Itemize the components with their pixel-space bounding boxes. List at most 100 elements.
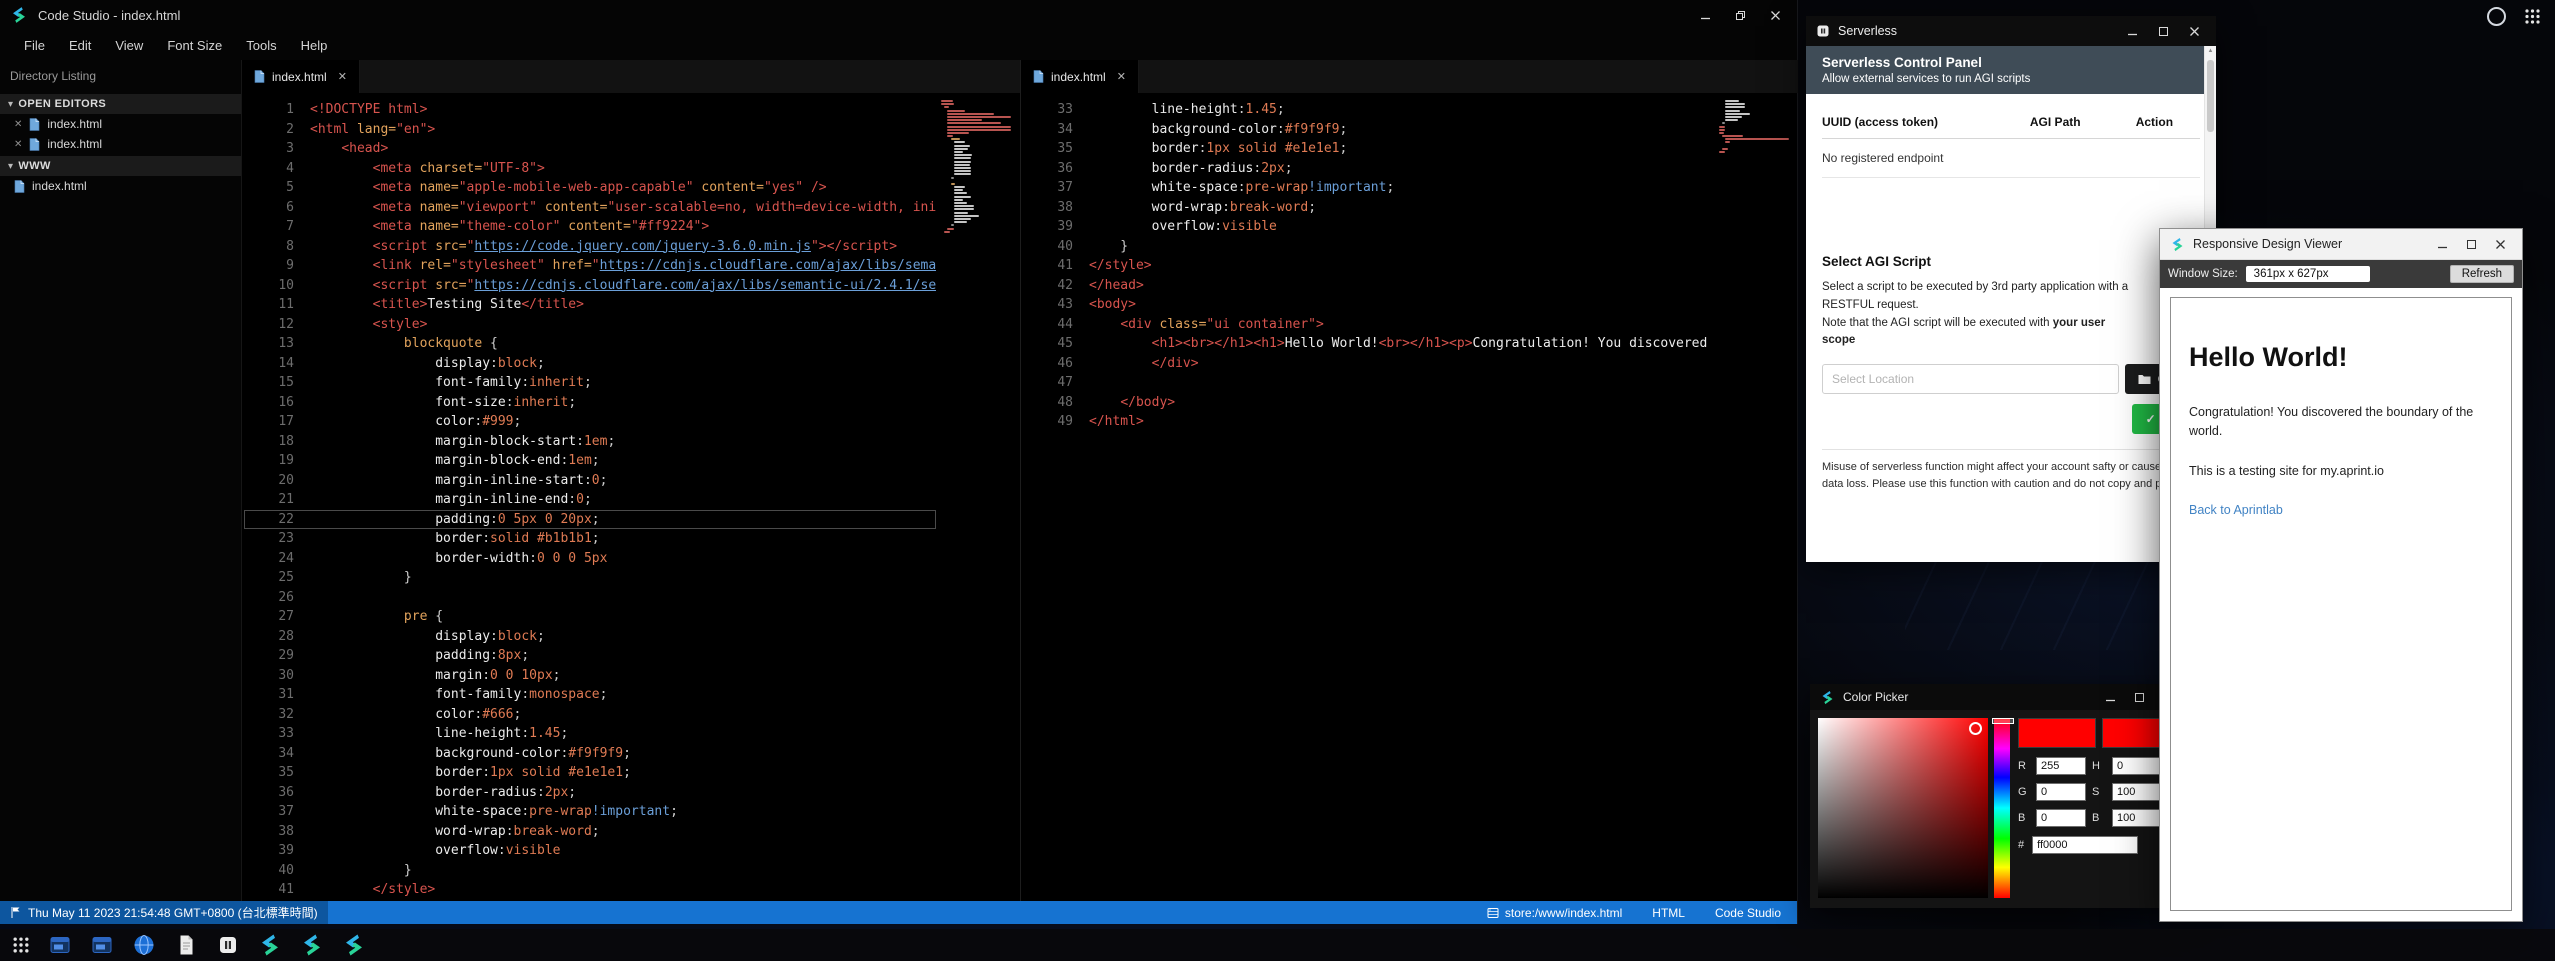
sidebar-file-item[interactable]: ✕ index.html (0, 134, 241, 154)
line-number: 1 (242, 100, 294, 120)
taskbar-icon-code-studio-2[interactable] (300, 933, 324, 957)
taskbar-icon-document[interactable] (174, 933, 198, 957)
close-button[interactable] (1770, 10, 1781, 21)
brightness-input[interactable] (2112, 809, 2162, 827)
menu-view[interactable]: View (103, 38, 155, 53)
close-tab-icon[interactable]: ✕ (338, 70, 347, 83)
menu-edit[interactable]: Edit (57, 38, 103, 53)
sidebar-section-www[interactable]: ▾WWW (0, 156, 241, 176)
line-number: 46 (1021, 354, 1073, 374)
close-button[interactable] (2189, 26, 2200, 37)
code-line: </style> (1089, 256, 1714, 276)
saturation-value-area[interactable] (1818, 718, 1988, 898)
close-tab-icon[interactable]: ✕ (1117, 70, 1126, 83)
scroll-up-icon[interactable]: ▲ (2206, 48, 2215, 54)
serverless-window-title: Serverless (1838, 24, 1897, 38)
line-number: 4 (242, 159, 294, 179)
green-input[interactable] (2036, 783, 2086, 801)
status-file[interactable]: store:/www/index.html (1487, 906, 1622, 920)
line-number: 13 (242, 334, 294, 354)
code-line: <h1><br></h1><h1>Hello World!<br></h1><p… (1089, 334, 1714, 354)
minimize-button[interactable] (1700, 10, 1711, 21)
red-input[interactable] (2036, 757, 2086, 775)
taskbar-icon-window-blue-2[interactable] (90, 933, 114, 957)
sv-cursor[interactable] (1969, 722, 1982, 735)
blue-input[interactable] (2036, 809, 2086, 827)
workbench: Directory Listing ▾OPEN EDITORS✕index.ht… (0, 60, 1797, 901)
scrollbar-thumb[interactable] (2207, 60, 2214, 132)
title-bar[interactable]: Code Studio - index.html (0, 0, 1797, 30)
maximize-button[interactable] (2134, 692, 2145, 703)
minimize-button[interactable] (2105, 692, 2116, 703)
taskbar-icon-browser[interactable] (132, 933, 156, 957)
maximize-button[interactable] (2466, 239, 2477, 250)
menu-help[interactable]: Help (289, 38, 340, 53)
desktop-apps-grid-icon[interactable] (2524, 8, 2541, 25)
rdv-title-bar[interactable]: Responsive Design Viewer (2160, 229, 2522, 260)
serverless-title-bar[interactable]: Serverless (1806, 16, 2216, 46)
close-icon[interactable]: ✕ (14, 139, 22, 150)
minimize-button[interactable] (2437, 239, 2448, 250)
file-icon (1033, 70, 1044, 83)
taskbar-icon-serverless[interactable] (216, 933, 240, 957)
status-language[interactable]: HTML (1652, 906, 1685, 920)
color-picker-title-bar[interactable]: Color Picker (1810, 684, 2190, 710)
menu-tools[interactable]: Tools (234, 38, 288, 53)
sidebar-file-item[interactable]: index.html (0, 176, 241, 196)
line-number: 41 (1021, 256, 1073, 276)
taskbar-icon-code-studio-3[interactable] (342, 933, 366, 957)
status-app[interactable]: Code Studio (1715, 906, 1781, 920)
tab-bar: index.html ✕ (242, 60, 1020, 93)
code-line: </head> (1089, 276, 1714, 296)
line-number: 44 (1021, 315, 1073, 335)
start-menu-icon[interactable] (12, 936, 30, 954)
hue-slider[interactable] (1994, 718, 2010, 898)
close-button[interactable] (2495, 239, 2506, 250)
line-number: 41 (242, 880, 294, 900)
file-icon (29, 138, 40, 151)
minimize-button[interactable] (2127, 26, 2138, 37)
menu-bar: FileEditViewFont SizeToolsHelp (0, 30, 1797, 60)
file-path-text: store:/www/index.html (1505, 906, 1622, 920)
tab-index-html[interactable]: index.html ✕ (242, 60, 360, 93)
code-line: <meta name="viewport" content="user-scal… (310, 198, 936, 218)
file-name: index.html (47, 137, 102, 151)
rdv-window-title: Responsive Design Viewer (2193, 237, 2342, 251)
code-editor[interactable]: 3334353637383940414243444546474849 line-… (1021, 93, 1798, 901)
line-number: 28 (242, 627, 294, 647)
hue-cursor[interactable] (1992, 718, 2014, 724)
code-line: <!DOCTYPE html> (310, 100, 936, 120)
code-editor[interactable]: 1234567891011121314151617181920212223242… (242, 93, 1020, 901)
restore-button[interactable] (1735, 10, 1746, 21)
code-line (1089, 373, 1714, 393)
code-line: <html lang="en"> (310, 120, 936, 140)
hue-input[interactable] (2112, 757, 2162, 775)
close-icon[interactable]: ✕ (14, 119, 22, 130)
back-link[interactable]: Back to Aprintlab (2189, 503, 2283, 517)
minimap[interactable] (941, 100, 1017, 234)
sidebar-section-open-editors[interactable]: ▾OPEN EDITORS (0, 94, 241, 114)
window-size-label: Window Size: (2168, 268, 2238, 280)
menu-file[interactable]: File (12, 38, 57, 53)
status-datetime[interactable]: Thu May 11 2023 21:54:48 GMT+0800 (台北標準時… (0, 901, 328, 924)
maximize-button[interactable] (2158, 26, 2169, 37)
code-line: background-color:#f9f9f9; (1089, 120, 1714, 140)
taskbar-icon-code-studio[interactable] (258, 933, 282, 957)
taskbar-icon-window-blue[interactable] (48, 933, 72, 957)
line-number: 8 (242, 237, 294, 257)
line-number: 33 (242, 724, 294, 744)
menu-font-size[interactable]: Font Size (155, 38, 234, 53)
line-number: 23 (242, 529, 294, 549)
rdv-toolbar: Window Size: 361px x 627px Refresh (2160, 260, 2522, 288)
minimap[interactable] (1719, 100, 1795, 154)
sidebar-file-item[interactable]: ✕index.html (0, 114, 241, 134)
tab-index-html[interactable]: index.html ✕ (1021, 60, 1139, 93)
line-number: 21 (242, 490, 294, 510)
loader-circle-icon[interactable] (2487, 7, 2506, 26)
code-line: } (1089, 237, 1714, 257)
script-location-input[interactable] (1822, 364, 2119, 394)
hex-input[interactable] (2032, 836, 2138, 854)
refresh-button[interactable]: Refresh (2450, 265, 2514, 283)
description-text: Select a script to be executed by 3rd pa… (1822, 279, 2200, 350)
saturation-input[interactable] (2112, 783, 2162, 801)
